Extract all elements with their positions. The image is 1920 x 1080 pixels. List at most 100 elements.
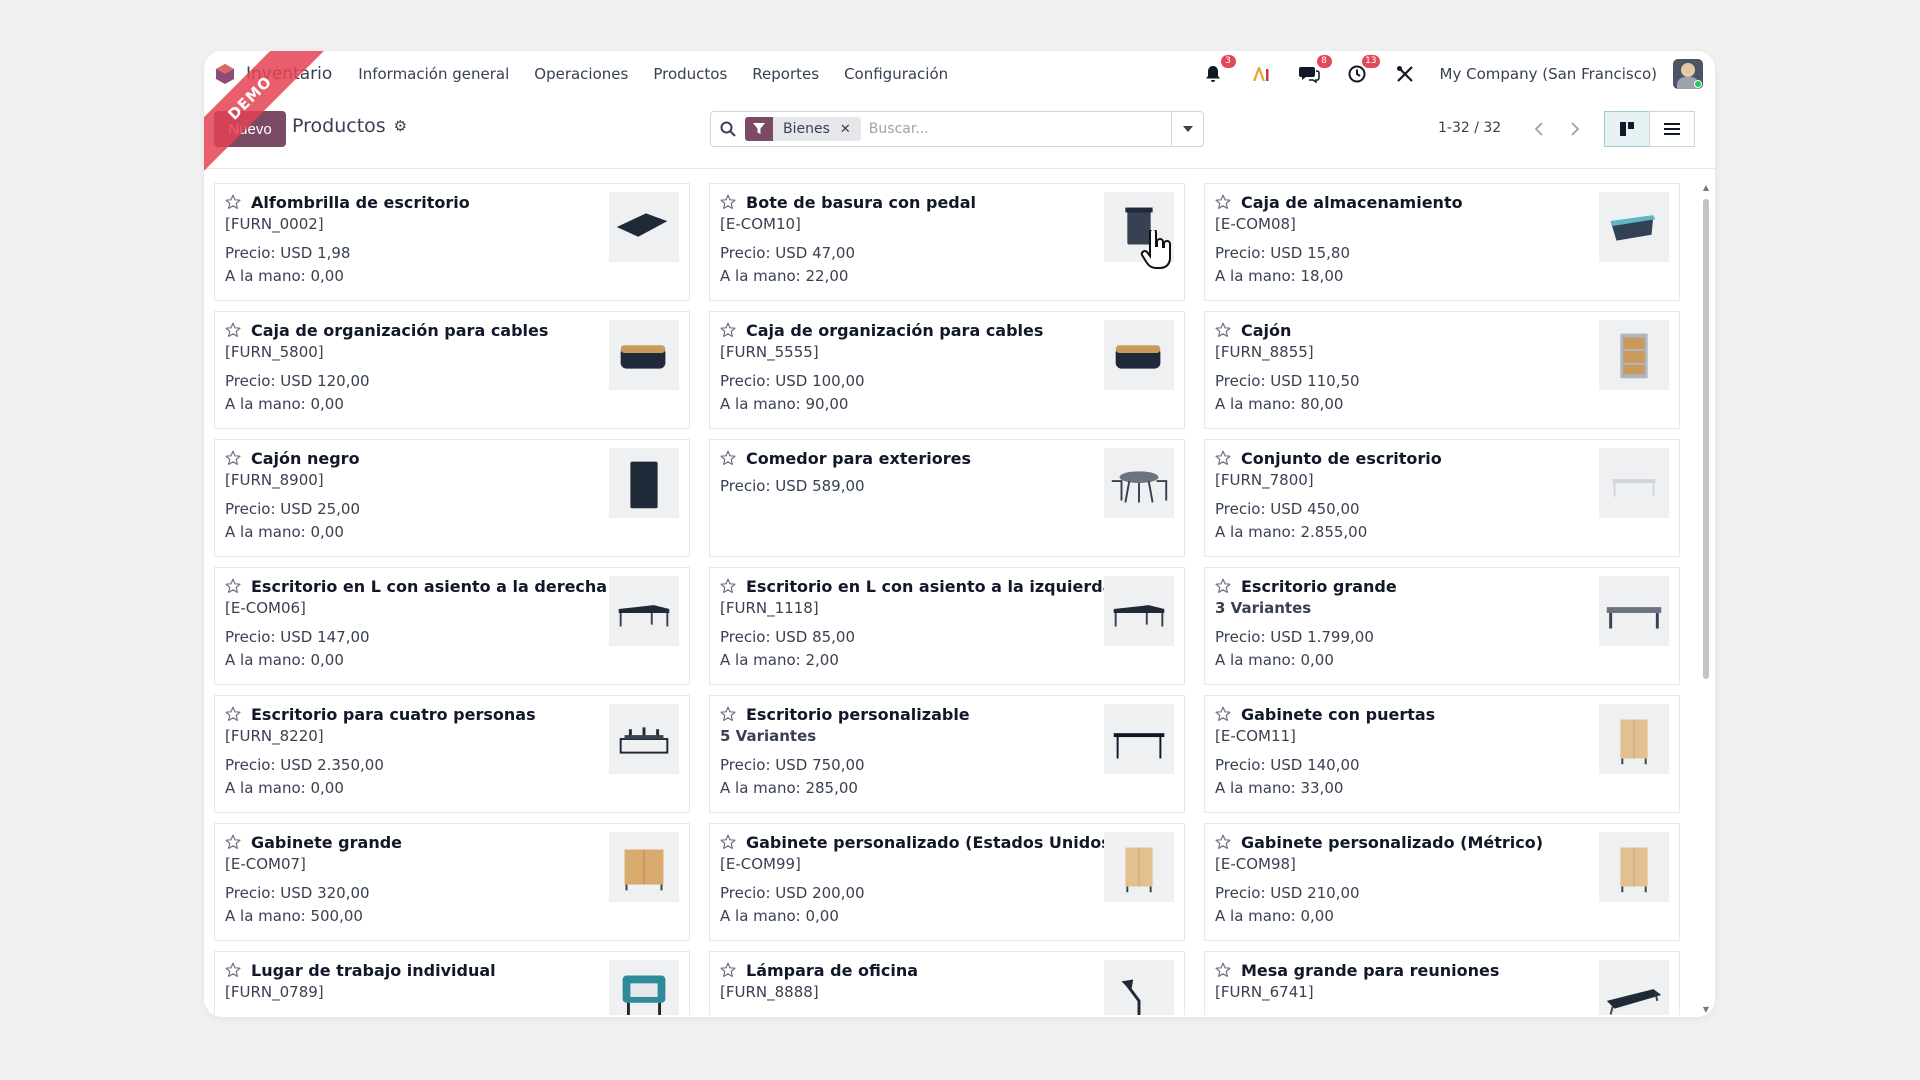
app-window: DEMO Inventario Información general Oper… <box>204 51 1715 1017</box>
activities-clock[interactable]: 13 <box>1344 55 1380 87</box>
list-view-button[interactable] <box>1649 111 1695 147</box>
favorite-star-icon[interactable] <box>225 578 241 594</box>
custom-desk-icon <box>1104 704 1174 774</box>
product-card[interactable]: Cajón [FURN_8855] Precio: USD 110,50 A la m… <box>1204 311 1680 429</box>
facet-label: Bienes <box>783 121 830 137</box>
favorite-star-icon[interactable] <box>225 194 241 210</box>
product-card[interactable]: Escritorio para cuatro personas [FURN_822… <box>214 695 690 813</box>
product-stock: A la mano: 22,00 <box>720 267 849 285</box>
product-name: Escritorio grande <box>1241 576 1397 596</box>
kanban-view: Alfombrilla de escritorio [FURN_0002] Prec… <box>214 183 1692 1015</box>
product-card[interactable]: Gabinete personalizado (Métrico) [E-COM98… <box>1204 823 1680 941</box>
product-card[interactable]: Cajón negro [FURN_8900] Precio: USD 25,00 A… <box>214 439 690 557</box>
app-name[interactable]: Inventario <box>246 64 332 84</box>
cabinet-icon <box>1599 704 1669 774</box>
company-switcher[interactable]: My Company (San Francisco) <box>1440 65 1657 83</box>
product-card[interactable]: Caja de organización para cables [FURN_55… <box>709 311 1185 429</box>
favorite-star-icon[interactable] <box>1215 834 1231 850</box>
scroll-thumb[interactable] <box>1703 199 1709 679</box>
search-input[interactable] <box>868 114 1171 144</box>
product-name: Cajón negro <box>251 448 360 468</box>
ai-icon <box>1252 67 1269 81</box>
product-card[interactable]: Gabinete con puertas [E-COM11] Precio: USD… <box>1204 695 1680 813</box>
product-card[interactable]: Caja de almacenamiento [E-COM08] Precio: U… <box>1204 183 1680 301</box>
debug-tools[interactable] <box>1392 61 1418 87</box>
menu-operaciones[interactable]: Operaciones <box>534 65 628 83</box>
product-name: Escritorio para cuatro personas <box>251 704 536 724</box>
pager-next-button[interactable] <box>1560 111 1590 147</box>
menu-configuracion[interactable]: Configuración <box>844 65 948 83</box>
product-card[interactable]: Escritorio en L con asiento a la derecha… <box>214 567 690 685</box>
scrollbar[interactable]: ▲ ▼ <box>1701 183 1711 1015</box>
product-card[interactable]: Alfombrilla de escritorio [FURN_0002] Prec… <box>214 183 690 301</box>
favorite-star-icon[interactable] <box>1215 322 1231 338</box>
favorite-star-icon[interactable] <box>225 962 241 978</box>
pager-value[interactable]: 1-32 / 32 <box>1438 120 1501 136</box>
menu-productos[interactable]: Productos <box>653 65 727 83</box>
filter-facet: Bienes ✕ <box>745 117 861 141</box>
desk-pad-icon <box>609 192 679 262</box>
product-card[interactable]: Escritorio en L con asiento a la izquier… <box>709 567 1185 685</box>
favorite-star-icon[interactable] <box>1215 706 1231 722</box>
kanban-icon <box>1620 122 1634 136</box>
favorite-star-icon[interactable] <box>1215 194 1231 210</box>
favorite-star-icon[interactable] <box>720 834 736 850</box>
systray: 3 8 13 My Company (San Francisco) <box>1178 51 1703 97</box>
favorite-star-icon[interactable] <box>225 322 241 338</box>
favorite-star-icon[interactable] <box>225 706 241 722</box>
favorite-star-icon[interactable] <box>720 194 736 210</box>
scroll-up-arrow[interactable]: ▲ <box>1701 183 1711 193</box>
product-card[interactable]: Gabinete grande [E-COM07] Precio: USD 320,… <box>214 823 690 941</box>
product-grid: Alfombrilla de escritorio [FURN_0002] Prec… <box>214 183 1692 1015</box>
product-card[interactable]: Lugar de trabajo individual [FURN_0789] <box>214 951 690 1015</box>
meeting-table-icon <box>1599 960 1669 1015</box>
favorite-star-icon[interactable] <box>1215 962 1231 978</box>
search-icon[interactable] <box>711 121 745 137</box>
favorite-star-icon[interactable] <box>720 322 736 338</box>
kanban-view-button[interactable] <box>1604 111 1650 147</box>
caret-down-icon <box>1182 126 1193 132</box>
favorite-star-icon[interactable] <box>720 578 736 594</box>
favorite-star-icon[interactable] <box>1215 578 1231 594</box>
product-card[interactable]: Conjunto de escritorio [FURN_7800] Precio:… <box>1204 439 1680 557</box>
product-card[interactable]: Gabinete personalizado (Estados Unidos)[… <box>709 823 1185 941</box>
page-title: Productos <box>292 115 386 137</box>
new-button[interactable]: Nuevo <box>214 111 286 147</box>
messages-button[interactable]: 8 <box>1296 55 1332 87</box>
gear-icon[interactable]: ⚙ <box>394 117 407 135</box>
favorite-star-icon[interactable] <box>225 834 241 850</box>
storage-box-icon <box>1599 192 1669 262</box>
product-card[interactable]: Escritorio grande 3 Variantes Precio: USD … <box>1204 567 1680 685</box>
activity-bell[interactable]: 3 <box>1200 55 1236 87</box>
product-card[interactable]: Lámpara de oficina [FURN_8888] <box>709 951 1185 1015</box>
product-card[interactable]: Escritorio personalizable 5 Variantes Prec… <box>709 695 1185 813</box>
product-stock: A la mano: 0,00 <box>225 523 344 541</box>
user-avatar[interactable] <box>1673 59 1703 89</box>
chevron-right-icon <box>1571 122 1580 136</box>
product-name: Gabinete con puertas <box>1241 704 1436 724</box>
inventory-app-icon[interactable] <box>214 63 236 85</box>
pager-previous-button[interactable] <box>1524 111 1554 147</box>
facet-remove-icon[interactable]: ✕ <box>840 122 861 137</box>
favorite-star-icon[interactable] <box>225 450 241 466</box>
product-card[interactable]: Bote de basura con pedal [E-COM10] Precio:… <box>709 183 1185 301</box>
product-card[interactable]: Caja de organización para cables [FURN_58… <box>214 311 690 429</box>
product-stock: A la mano: 0,00 <box>1215 907 1334 925</box>
menu-informacion-general[interactable]: Información general <box>358 65 509 83</box>
menu-reportes[interactable]: Reportes <box>752 65 819 83</box>
workstation-icon <box>609 960 679 1015</box>
search-options-toggle[interactable] <box>1171 112 1203 146</box>
control-panel: Nuevo Productos ⚙ Bienes ✕ 1-32 / 32 <box>204 97 1715 169</box>
favorite-star-icon[interactable] <box>1215 450 1231 466</box>
product-name: Comedor para exteriores <box>746 448 971 468</box>
favorite-star-icon[interactable] <box>720 706 736 722</box>
product-card[interactable]: Mesa grande para reuniones [FURN_6741] <box>1204 951 1680 1015</box>
product-stock: A la mano: 18,00 <box>1215 267 1344 285</box>
chat-icon <box>1298 67 1320 84</box>
product-card[interactable]: Comedor para exteriores Precio: USD 589,0… <box>709 439 1185 557</box>
ai-button[interactable] <box>1248 61 1274 87</box>
favorite-star-icon[interactable] <box>720 962 736 978</box>
favorite-star-icon[interactable] <box>720 450 736 466</box>
scroll-down-arrow[interactable]: ▼ <box>1701 1005 1711 1015</box>
product-stock: A la mano: 33,00 <box>1215 779 1344 797</box>
